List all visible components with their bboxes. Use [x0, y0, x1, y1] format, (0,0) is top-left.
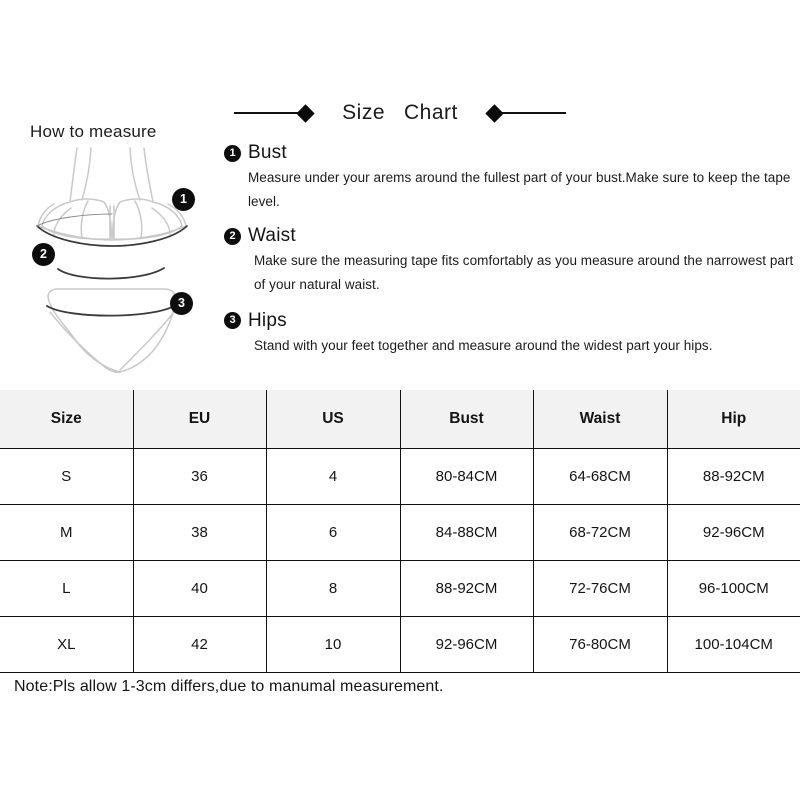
- cell-eu: 40: [132, 559, 267, 617]
- instruction-heading-hips: 3 Hips: [224, 310, 794, 332]
- column-header-waist: Waist: [532, 390, 668, 449]
- diamond-icon-left: [296, 103, 315, 123]
- cell-hip: 100-104CM: [666, 615, 800, 673]
- cell-size: M: [0, 503, 134, 561]
- instruction-block-bust: 1 Bust Measure under your arems around t…: [224, 142, 794, 213]
- number-badge-3: 3: [224, 312, 241, 329]
- title-rule-left: [234, 112, 301, 114]
- cell-bust: 92-96CM: [399, 615, 534, 673]
- cell-us: 6: [265, 503, 401, 561]
- diamond-icon-right: [485, 103, 504, 123]
- cell-size: L: [0, 559, 134, 617]
- column-header-size: Size: [0, 390, 134, 449]
- instruction-title-waist: Waist: [248, 225, 296, 247]
- cell-hip: 96-100CM: [666, 559, 800, 617]
- table-header-row: Size EU US Bust Waist Hip: [0, 390, 800, 449]
- table-row: L 40 8 88-92CM 72-76CM 96-100CM: [0, 559, 800, 617]
- instruction-body-waist: Make sure the measuring tape fits comfor…: [254, 253, 794, 292]
- instruction-title-hips: Hips: [248, 309, 287, 331]
- cell-eu: 42: [132, 615, 267, 673]
- diagram-marker-2: 2: [32, 243, 55, 266]
- cell-eu: 38: [132, 503, 267, 561]
- column-header-eu: EU: [132, 390, 267, 449]
- instructions-panel: 1 Bust Measure under your arems around t…: [224, 142, 794, 357]
- instruction-body-hips: Stand with your feet together and measur…: [254, 337, 713, 353]
- column-header-bust: Bust: [399, 390, 534, 449]
- table-row: S 36 4 80-84CM 64-68CM 88-92CM: [0, 447, 800, 505]
- cell-size: S: [0, 447, 134, 505]
- instruction-title-bust: Bust: [248, 142, 287, 163]
- cell-hip: 92-96CM: [666, 503, 800, 561]
- column-header-hip: Hip: [666, 390, 800, 449]
- cell-bust: 88-92CM: [399, 559, 534, 617]
- cell-waist: 64-68CM: [532, 447, 668, 505]
- instruction-block-hips: 3 Hips Stand with your feet together and…: [224, 310, 794, 358]
- cell-hip: 88-92CM: [666, 447, 800, 505]
- cell-waist: 72-76CM: [532, 559, 668, 617]
- how-to-measure-label: How to measure: [30, 122, 157, 141]
- instruction-body-bust: Measure under your arems around the full…: [248, 170, 791, 209]
- table-header: Size EU US Bust Waist Hip: [0, 390, 800, 449]
- measurement-note: Note:Pls allow 1-3cm differs,due to manu…: [14, 678, 444, 695]
- cell-waist: 68-72CM: [532, 503, 668, 561]
- cell-us: 4: [265, 447, 401, 505]
- table-row: M 38 6 84-88CM 68-72CM 92-96CM: [0, 503, 800, 561]
- cell-bust: 80-84CM: [399, 447, 534, 505]
- cell-us: 8: [265, 559, 401, 617]
- cell-bust: 84-88CM: [399, 503, 534, 561]
- page-title: Size Chart: [342, 101, 458, 124]
- column-header-us: US: [265, 390, 401, 449]
- size-chart-table: Size EU US Bust Waist Hip S 36 4 80-84CM…: [0, 390, 800, 673]
- diagram-marker-3: 3: [170, 292, 193, 315]
- table-body: S 36 4 80-84CM 64-68CM 88-92CM M 38 6 84…: [0, 447, 800, 673]
- cell-us: 10: [265, 615, 401, 673]
- instruction-block-waist: 2 Waist Make sure the measuring tape fit…: [224, 225, 794, 296]
- number-badge-1: 1: [224, 144, 241, 162]
- diagram-marker-1: 1: [172, 188, 195, 211]
- cell-waist: 76-80CM: [532, 615, 668, 673]
- title-rule-right: [499, 112, 566, 114]
- cell-size: XL: [0, 615, 134, 673]
- instruction-heading-bust: 1 Bust: [224, 142, 794, 164]
- instruction-heading-waist: 2 Waist: [224, 225, 794, 247]
- number-badge-2: 2: [224, 227, 241, 245]
- cell-eu: 36: [132, 447, 267, 505]
- table-row: XL 42 10 92-96CM 76-80CM 100-104CM: [0, 615, 800, 673]
